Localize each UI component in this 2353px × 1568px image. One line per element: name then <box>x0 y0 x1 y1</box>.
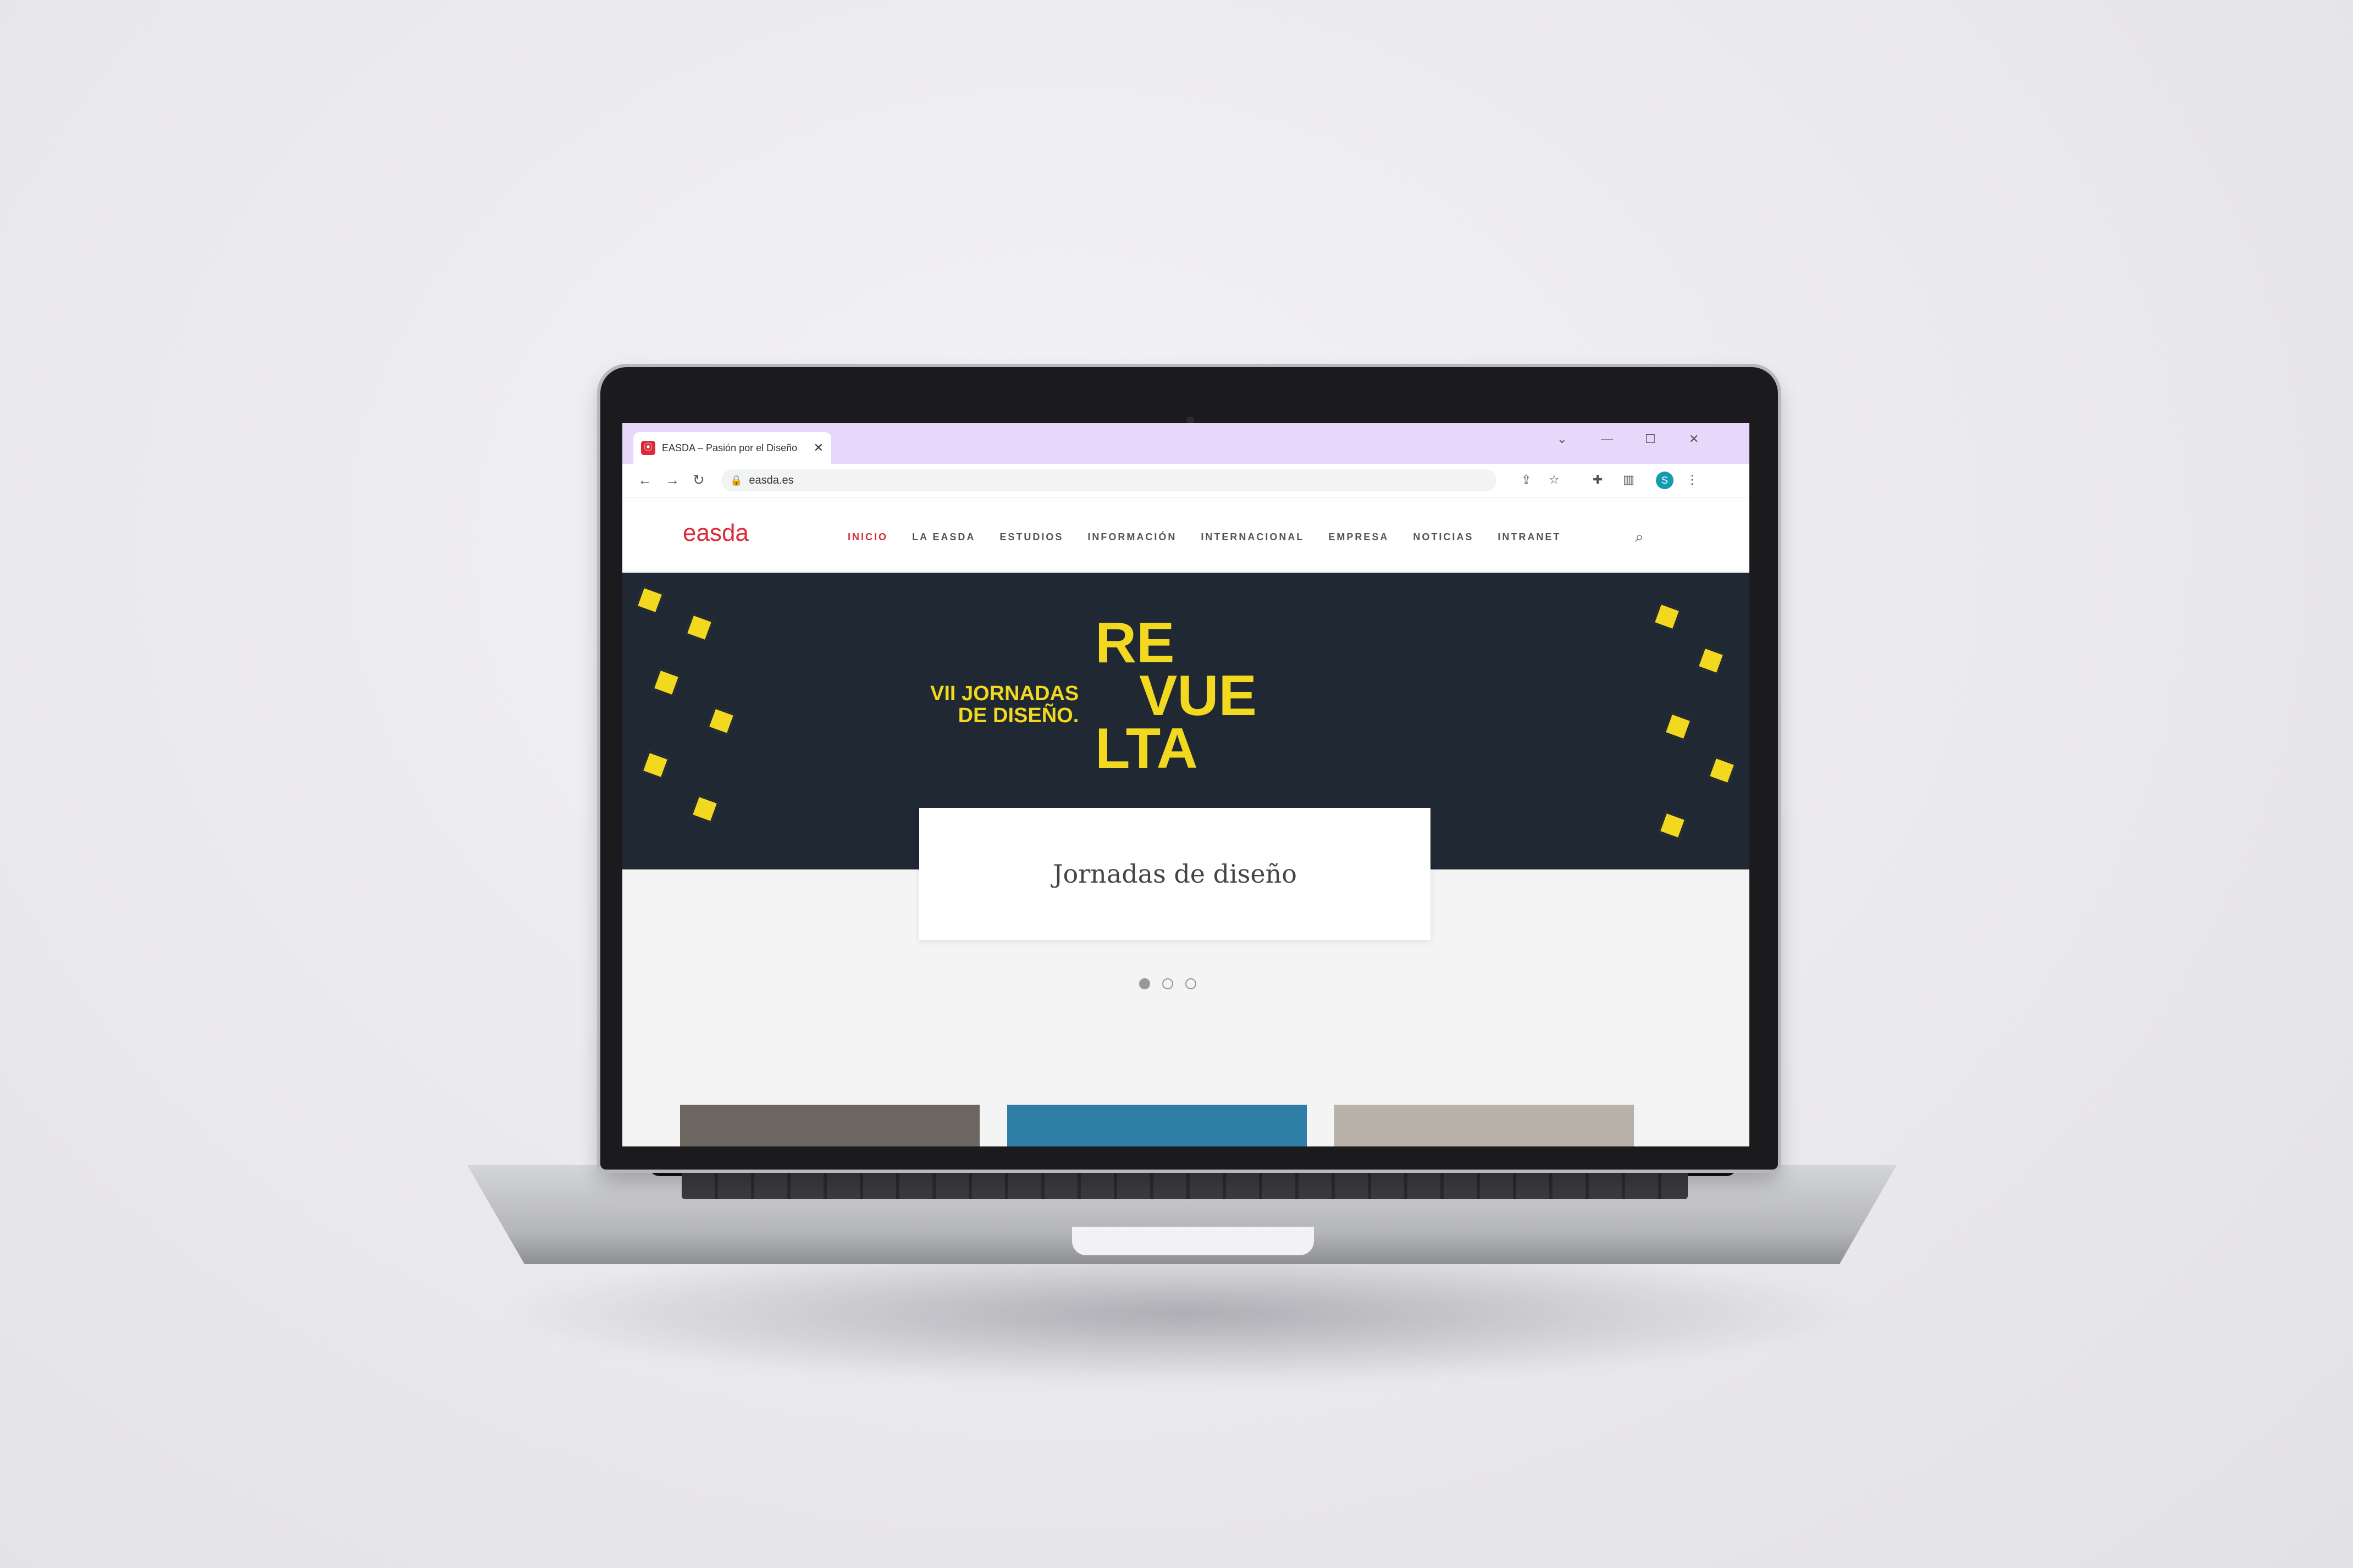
cube-decoration <box>1653 602 1681 631</box>
site-header: easda INICIO LA EASDA ESTUDIOS INFORMACI… <box>622 497 1749 572</box>
cube-decoration <box>641 751 670 779</box>
browser-window: ⦿ EASDA – Pasión por el Diseño ✕ ⌄ — ☐ ✕… <box>622 423 1749 1146</box>
slider-dot[interactable] <box>1162 978 1173 989</box>
address-bar[interactable]: 🔒 easda.es <box>721 469 1496 491</box>
slider-dots <box>1139 978 1196 989</box>
hero-title: RE VUE LTA <box>1095 611 1257 780</box>
cube-decoration <box>1664 712 1692 741</box>
hero-subtitle: VII JORNADAS DE DISEÑO. <box>930 683 1079 727</box>
menu-icon[interactable]: ⋮ <box>1686 473 1698 487</box>
easda-favicon-icon: ⦿ <box>641 441 655 455</box>
maximize-button[interactable]: ☐ <box>1645 432 1656 446</box>
news-thumbnail[interactable] <box>1007 1105 1307 1146</box>
hero-word-3: LTA <box>1095 717 1198 780</box>
cube-decoration <box>1658 811 1687 840</box>
search-icon[interactable]: ⌕ <box>1635 528 1644 546</box>
tab-title: EASDA – Pasión por el Diseño <box>662 442 798 453</box>
nav-item-empresa[interactable]: EMPRESA <box>1328 531 1389 543</box>
slider-dot[interactable] <box>1185 978 1196 989</box>
cube-decoration <box>1697 646 1725 675</box>
browser-toolbar: ← → ↻ 🔒 easda.es ⇪ ☆ ✚ ▥ S ⋮ <box>622 464 1749 497</box>
extensions-icon[interactable]: ✚ <box>1593 473 1603 487</box>
lock-icon[interactable]: 🔒 <box>730 475 742 486</box>
reload-icon[interactable]: ↻ <box>693 472 705 489</box>
url-text[interactable]: easda.es <box>749 474 793 487</box>
cube-decoration <box>1708 756 1736 785</box>
cube-decoration <box>636 586 664 614</box>
cube-decoration <box>685 613 714 642</box>
nav-item-intranet[interactable]: INTRANET <box>1498 531 1561 543</box>
slider-dot[interactable] <box>1139 978 1150 989</box>
cube-decoration <box>652 668 681 697</box>
tab-strip: ⦿ EASDA – Pasión por el Diseño ✕ ⌄ — ☐ ✕ <box>622 423 1749 464</box>
share-icon[interactable]: ⇪ <box>1521 473 1531 487</box>
minimize-button[interactable]: — <box>1601 432 1613 446</box>
profile-avatar[interactable]: S <box>1656 472 1673 489</box>
hero-word-2: VUE <box>1139 664 1257 728</box>
hero-line-2: DE DISEÑO. <box>958 704 1079 727</box>
trackpad-notch <box>1072 1227 1314 1255</box>
main-nav: INICIO LA EASDA ESTUDIOS INFORMACIÓN INT… <box>848 531 1561 543</box>
nav-item-internacional[interactable]: INTERNACIONAL <box>1201 531 1304 543</box>
nav-item-noticias[interactable]: NOTICIAS <box>1413 531 1473 543</box>
nav-item-informacion[interactable]: INFORMACIÓN <box>1087 531 1176 543</box>
easda-logo[interactable]: easda <box>683 519 749 547</box>
news-thumbnail[interactable] <box>680 1105 980 1146</box>
nav-item-la-easda[interactable]: LA EASDA <box>912 531 975 543</box>
side-panel-icon[interactable]: ▥ <box>1623 473 1634 487</box>
bookmark-star-icon[interactable]: ☆ <box>1549 473 1560 487</box>
tab-search-icon[interactable]: ⌄ <box>1557 432 1567 446</box>
hero-line-1: VII JORNADAS <box>930 682 1079 705</box>
tab-easda[interactable]: ⦿ EASDA – Pasión por el Diseño ✕ <box>633 432 831 464</box>
nav-item-inicio[interactable]: INICIO <box>848 531 888 543</box>
close-tab-icon[interactable]: ✕ <box>814 441 824 455</box>
back-icon[interactable]: ← <box>638 472 652 489</box>
keyboard-row <box>682 1171 1688 1199</box>
slide-caption: Jornadas de diseño <box>1053 859 1297 889</box>
nav-item-estudios[interactable]: ESTUDIOS <box>999 531 1063 543</box>
hero-word-1: RE <box>1095 611 1175 675</box>
cube-decoration <box>707 707 736 735</box>
cube-decoration <box>691 795 719 823</box>
close-window-button[interactable]: ✕ <box>1689 432 1699 446</box>
forward-icon[interactable]: → <box>665 472 680 489</box>
news-thumbnail[interactable] <box>1334 1105 1634 1146</box>
slide-caption-card[interactable]: Jornadas de diseño <box>919 808 1430 940</box>
